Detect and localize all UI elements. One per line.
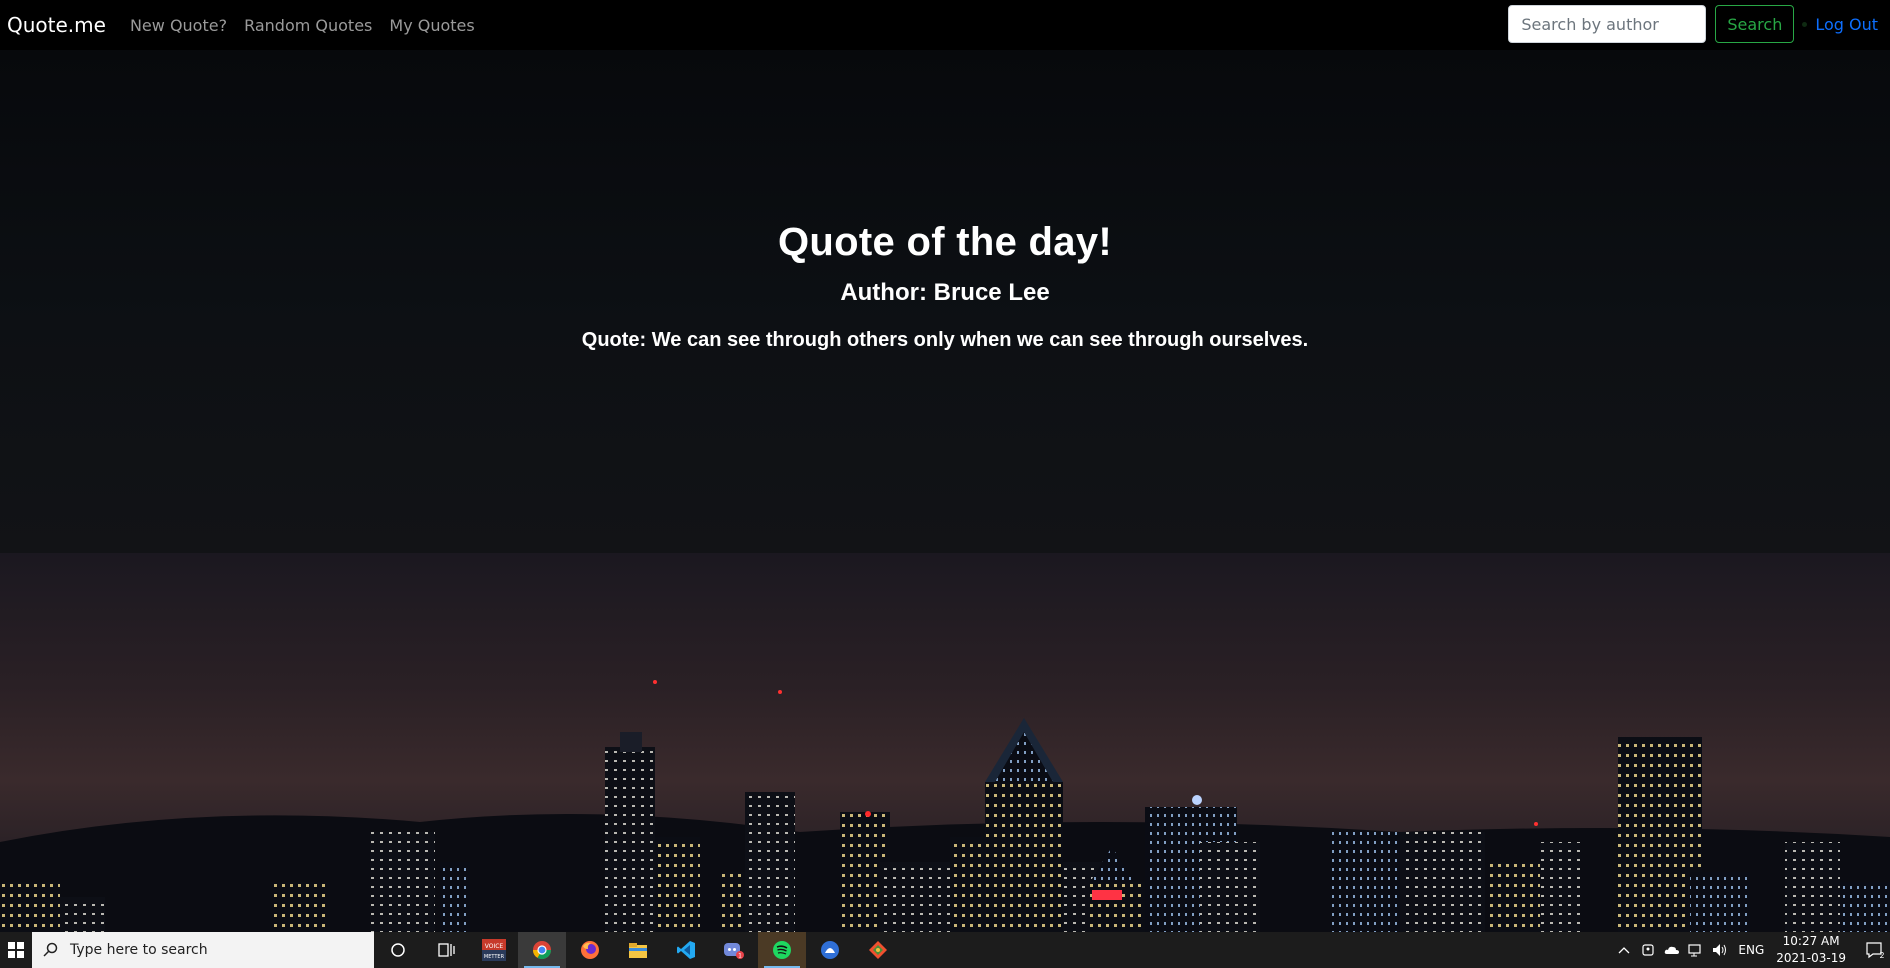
cortana-icon[interactable] [374,932,422,968]
spotify-icon[interactable] [758,932,806,968]
brand-logo-link[interactable]: Quote.me [7,13,106,37]
city-skyline-image [0,680,1890,932]
network-icon[interactable] [1684,932,1708,968]
chrome-icon[interactable] [518,932,566,968]
voicemeeter-icon[interactable]: VOICE METTER [470,932,518,968]
navbar-right: Search Log Out [1508,5,1878,43]
volume-icon[interactable] [1708,932,1732,968]
nav-new-quote[interactable]: New Quote? [130,16,227,35]
chevron-up-icon[interactable] [1612,932,1636,968]
nav-random-quotes[interactable]: Random Quotes [244,16,372,35]
windows-start-icon[interactable] [0,932,32,968]
logout-link[interactable]: Log Out [1815,15,1878,34]
quote-text: Quote: We can see through others only wh… [581,329,1309,351]
notification-center-icon[interactable]: 2 [1860,932,1890,968]
top-navbar: Quote.me New Quote? Random Quotes My Quo… [0,0,1890,50]
quote-of-the-day: Quote of the day! Author: Bruce Lee Quot… [0,220,1890,352]
firefox-icon[interactable] [566,932,614,968]
taskbar-search-box[interactable]: Type here to search [32,932,374,968]
file-explorer-icon[interactable] [614,932,662,968]
separator-dot [1802,21,1808,27]
clock-date: 2021-03-19 [1776,951,1846,965]
taskbar-search-placeholder: Type here to search [70,942,208,958]
search-author-input[interactable] [1508,5,1707,43]
app-icon[interactable] [806,932,854,968]
windows-taskbar: Type here to search VOICE METTER 1 ENG 1… [0,932,1890,968]
task-view-icon[interactable] [422,932,470,968]
system-tray: ENG 10:27 AM 2021-03-19 2 [1612,932,1890,968]
git-icon[interactable] [854,932,902,968]
meet-now-icon[interactable] [1636,932,1660,968]
svg-text:VOICE: VOICE [485,943,504,950]
taskbar-clock[interactable]: 10:27 AM 2021-03-19 [1776,933,1846,967]
svg-text:1: 1 [738,953,742,960]
clock-time: 10:27 AM [1782,934,1840,948]
search-button[interactable]: Search [1715,5,1795,43]
svg-text:METTER: METTER [484,954,505,960]
onedrive-icon[interactable] [1660,932,1684,968]
hero-background: Quote of the day! Author: Bruce Lee Quot… [0,50,1890,932]
nav-my-quotes[interactable]: My Quotes [389,16,474,35]
language-indicator[interactable]: ENG [1738,943,1764,957]
page-title: Quote of the day! [778,220,1112,264]
quote-author: Author: Bruce Lee [840,279,1050,306]
browser-page: Quote.me New Quote? Random Quotes My Quo… [0,0,1890,968]
discord-icon[interactable]: 1 [710,932,758,968]
notification-count: 2 [1879,951,1884,959]
search-icon [43,942,58,957]
vscode-icon[interactable] [662,932,710,968]
